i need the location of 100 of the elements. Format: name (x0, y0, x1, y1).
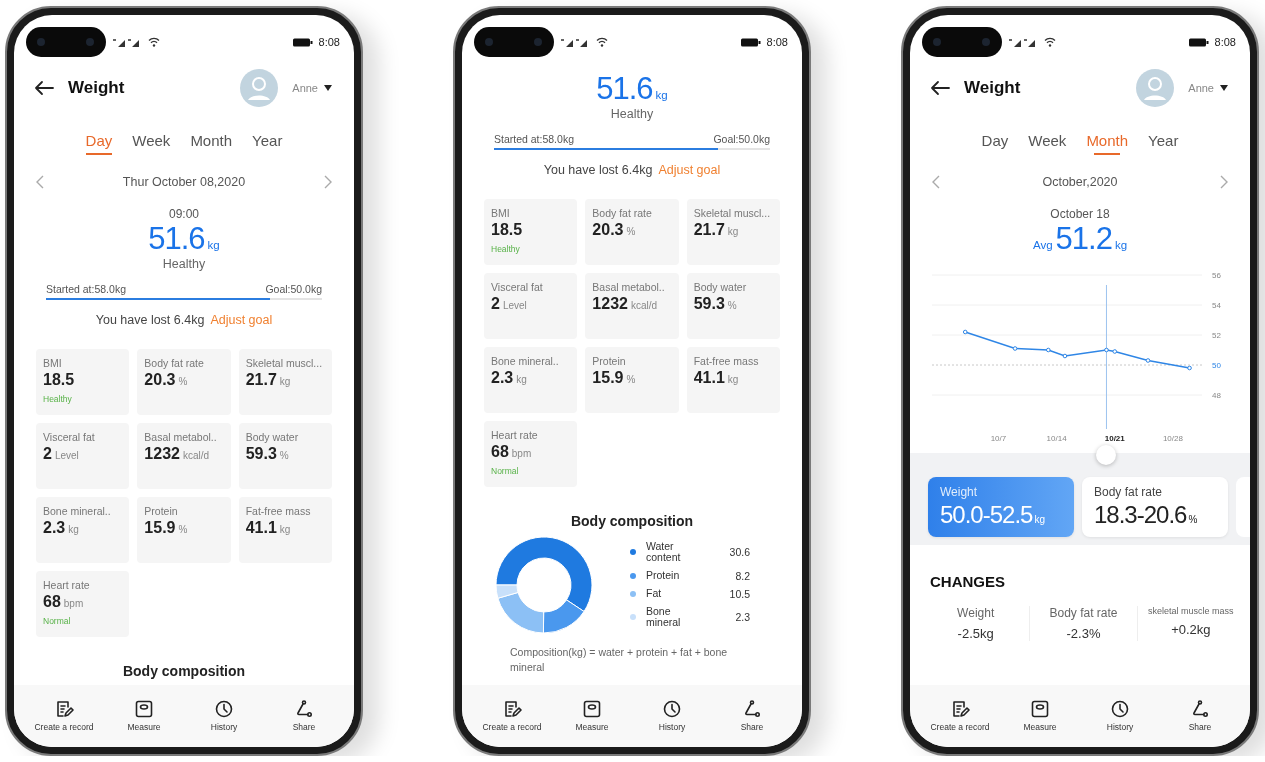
metric-label: Body water (245, 430, 299, 443)
axis-tick-label: 48 (1212, 390, 1221, 400)
legend-label: Water content (646, 540, 682, 564)
axis-tick-label: 50 (1212, 360, 1221, 370)
scale-icon (134, 699, 154, 719)
metric-value: 20.3 (592, 220, 624, 239)
toolbar-button[interactable]: History (184, 699, 264, 745)
metric-value: 68 (43, 592, 61, 611)
metric-label: Fat-free mass (693, 354, 759, 367)
period-tab[interactable]: Week (130, 128, 173, 155)
metric-value: 2 (491, 294, 500, 313)
toolbar-button[interactable]: Share (712, 699, 792, 745)
toolbar-button[interactable]: Create a record (472, 699, 552, 745)
metric-value: 18.5 (491, 220, 523, 239)
previous-button[interactable] (36, 175, 44, 189)
metric-card[interactable]: Visceral fat 2 Level (36, 422, 130, 489)
reading-time: 09:00 (169, 207, 199, 221)
composition-note: Composition(kg) = water + protein + fat + bone mineral (509, 644, 729, 676)
toolbar-button[interactable]: Share (1160, 699, 1240, 745)
goal-weight: Goal:50.0kg (265, 282, 322, 295)
period-tab[interactable]: Year (1146, 128, 1181, 155)
back-arrow-icon[interactable] (930, 80, 950, 96)
user-name[interactable]: Anne (1188, 82, 1214, 94)
metric-label: BMI (43, 356, 62, 369)
signal-icon (560, 36, 590, 48)
metric-card[interactable]: Skeletal muscl... 21.7 kg (238, 348, 332, 415)
axis-tick-label: 10/7 (990, 433, 1007, 443)
metric-card[interactable]: Basal metabol.. 1232 kcal/d (137, 422, 231, 489)
user-name[interactable]: Anne (292, 82, 318, 94)
avatar-icon[interactable] (240, 69, 279, 107)
metric-label: Body fat rate (592, 206, 652, 219)
metric-value: 41.1 (245, 518, 277, 537)
battery-icon (292, 37, 313, 47)
change-label: Weight (957, 605, 995, 620)
metric-card[interactable]: Fat-free mass 41.1 kg (686, 346, 780, 413)
metric-label: Bone mineral.. (43, 504, 111, 517)
metric-card[interactable]: BMI 18.5 Healthy (36, 348, 130, 415)
toolbar-button[interactable]: Create a record (920, 699, 1000, 745)
signal-icon (1008, 36, 1038, 48)
period-tab[interactable]: Year (250, 128, 285, 155)
period-tab[interactable]: Week (1026, 128, 1069, 155)
metric-unit: bpm (63, 597, 84, 609)
range-card[interactable]: Body fat rate 18.3-20.6% (1082, 476, 1228, 537)
previous-button[interactable] (932, 175, 940, 189)
metric-card[interactable]: Body water 59.3 % (686, 272, 780, 339)
toolbar-button[interactable]: Create a record (24, 699, 104, 745)
toolbar-button[interactable]: Measure (104, 699, 184, 745)
signal-icon (112, 36, 142, 48)
back-arrow-icon[interactable] (34, 80, 54, 96)
avatar-icon[interactable] (1136, 69, 1175, 107)
axis-tick-label: 56 (1212, 270, 1221, 280)
metric-value: 21.7 (693, 220, 725, 239)
toolbar-button[interactable]: Measure (552, 699, 632, 745)
metric-value: 2.3 (43, 518, 66, 537)
metric-card[interactable]: BMI 18.5 Healthy (484, 198, 578, 265)
metric-card[interactable]: Bone mineral.. 2.3 kg (484, 346, 578, 413)
metric-unit: % (626, 373, 636, 385)
metric-card[interactable]: Visceral fat 2 Level (484, 272, 578, 339)
data-point (1145, 357, 1151, 363)
metric-label: Heart rate (43, 578, 90, 591)
toolbar-button[interactable]: History (1080, 699, 1160, 745)
metric-label: Body water (693, 280, 747, 293)
metric-card[interactable]: Basal metabol.. 1232 kcal/d (585, 272, 679, 339)
metric-label: Basal metabol.. (592, 280, 665, 293)
data-point (1104, 347, 1109, 352)
metric-card[interactable]: Body fat rate 20.3 % (137, 348, 231, 415)
next-button[interactable] (1220, 175, 1228, 189)
period-tab[interactable]: Day (979, 128, 1011, 155)
slider-handle[interactable] (1096, 444, 1117, 465)
metric-value: 15.9 (592, 368, 624, 387)
period-tab[interactable]: Month (188, 128, 235, 155)
metric-value: 59.3 (245, 444, 277, 463)
metric-status: Normal (43, 615, 71, 626)
metric-card[interactable]: Bone mineral.. 2.3 kg (36, 496, 130, 563)
metric-value: 2.3 (491, 368, 514, 387)
toolbar-button[interactable]: Measure (1000, 699, 1080, 745)
metric-card[interactable]: Protein 15.9 % (137, 496, 231, 563)
metric-value: 20.3 (144, 370, 176, 389)
share-icon (742, 699, 762, 719)
metric-card[interactable]: Heart rate 68 bpm Normal (484, 420, 578, 487)
toolbar-button[interactable]: Share (264, 699, 344, 745)
metric-card[interactable]: Heart rate 68 bpm Normal (36, 570, 130, 637)
axis-tick-label: 52 (1212, 330, 1221, 340)
metric-card[interactable]: Skeletal muscl... 21.7 kg (686, 198, 780, 265)
metric-card[interactable]: Body fat rate 20.3 % (585, 198, 679, 265)
legend-label: Bone mineral (646, 605, 682, 629)
change-value: +0.2kg (1171, 621, 1211, 637)
metric-card[interactable]: Body water 59.3 % (238, 422, 332, 489)
next-button[interactable] (324, 175, 332, 189)
metric-card[interactable]: Protein 15.9 % (585, 346, 679, 413)
metric-status: Healthy (491, 243, 520, 254)
toolbar-button[interactable]: History (632, 699, 712, 745)
start-weight: Started at:58.0kg (46, 282, 126, 295)
caret-icon[interactable] (1220, 85, 1228, 91)
data-point (962, 329, 968, 334)
metric-card[interactable]: Fat-free mass 41.1 kg (238, 496, 332, 563)
caret-icon[interactable] (324, 85, 332, 91)
metric-unit: % (727, 299, 737, 311)
data-point (1012, 345, 1018, 351)
metric-label: Heart rate (491, 428, 538, 441)
